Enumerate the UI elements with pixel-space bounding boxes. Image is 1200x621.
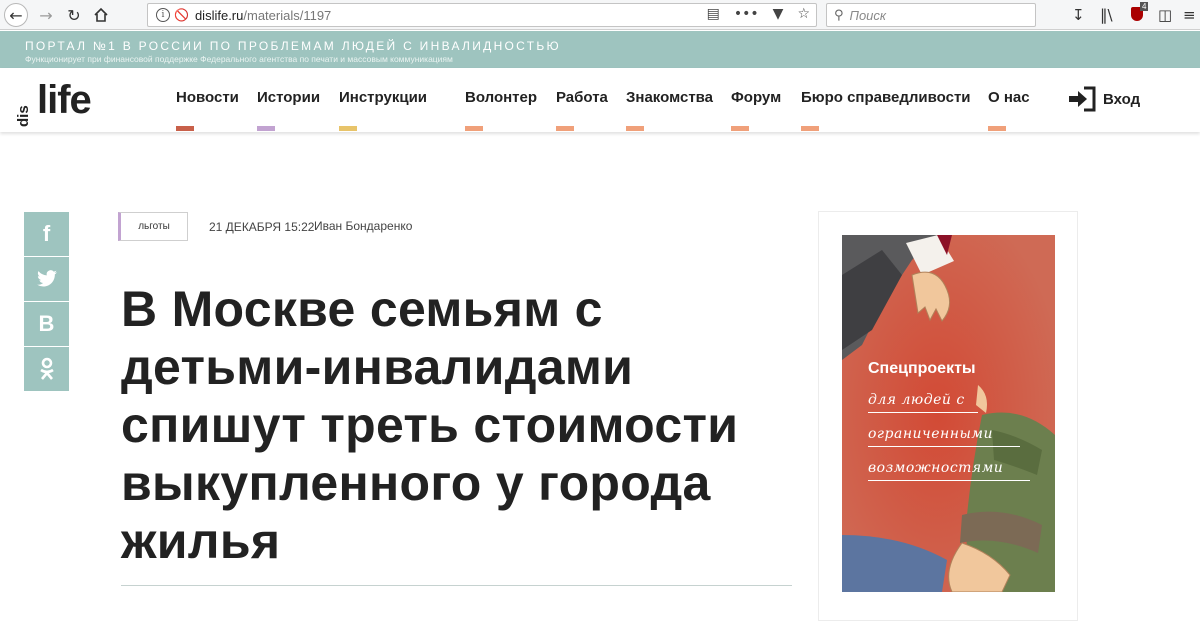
pocket-icon[interactable]: ▼ [773,6,784,22]
article-author[interactable]: Иван Бондаренко [314,219,412,233]
nav-accent-mark [176,126,194,131]
headline-line: спишут треть стоимости [121,397,739,453]
nav-item[interactable]: Знакомства [626,89,713,106]
bookmark-star-icon[interactable]: ☆ [797,6,810,22]
special-projects-banner[interactable]: Спецпроекты для людей с ограниченными во… [842,235,1055,592]
menu-icon[interactable]: ≡ [1183,6,1196,24]
odnoklassniki-share-button[interactable] [24,347,69,391]
nav-accent-mark [626,126,644,131]
headline-line: детьми-инвалидами [121,339,634,395]
divider [121,585,792,586]
headline-line: жилья [121,513,281,569]
login-arrow-icon [1069,86,1096,112]
search-icon: ⚲ [834,7,844,23]
logo[interactable]: dis life [15,78,92,127]
nav-accent-mark [465,126,483,131]
promo-line: возможностями [868,460,1004,476]
twitter-icon [36,270,57,287]
library-icon[interactable]: ‖\ [1100,6,1113,24]
strip-subtitle: Функционирует при финансовой поддержке Ф… [25,54,453,64]
login-label: Вход [1103,90,1141,108]
site-header: dis life Новости Истории Инструкции Волонте… [0,68,1200,132]
twitter-share-button[interactable] [24,257,69,301]
odnoklassniki-icon [39,357,54,380]
back-arrow-icon[interactable]: ← [4,3,28,27]
info-icon[interactable]: i [156,8,170,22]
headline-line: выкупленного у города [121,455,711,511]
article-date: 21 ДЕКАБРЯ 15:22 [209,220,315,234]
ublock-badge: 4 [1140,2,1149,11]
address-bar[interactable]: i 🚫 dislife.ru/materials/1197 ▤ ••• ▼ ☆ [147,3,817,27]
nav-item[interactable]: Форум [731,89,781,106]
share-sidebar: f В [24,212,69,392]
article-tag[interactable]: льготы [118,212,188,241]
strip-title: ПОРТАЛ №1 В РОССИИ ПО ПРОБЛЕМАМ ЛЮДЕЙ С … [25,39,561,53]
sidebar-icon[interactable]: ◫ [1158,6,1172,24]
url-text[interactable]: dislife.ru/materials/1197 [195,8,331,23]
nav-accent-mark [556,126,574,131]
nav-accent-mark [339,126,357,131]
promo-line: для людей с [868,392,965,408]
facebook-share-button[interactable]: f [24,212,69,256]
nav-accent-mark [731,126,749,131]
nav-accent-mark [988,126,1006,131]
logo-dis: dis [15,105,32,127]
article-headline: В Москве семьям с детьми-инвалидами спиш… [121,280,771,570]
vk-icon: В [38,311,55,336]
facebook-icon: f [42,221,51,246]
browser-toolbar: ← → ↻ i 🚫 dislife.ru/materials/1197 ▤ ••… [0,0,1200,30]
promo-underline [868,480,1030,481]
page-actions-icon[interactable]: ••• [734,6,759,22]
logo-life: life [37,78,92,122]
promo-line: ограниченными [868,426,994,442]
nav-item[interactable]: Новости [176,89,239,106]
nav-accent-mark [257,126,275,131]
nav-item[interactable]: О нас [988,89,1030,106]
nav-item[interactable]: Работа [556,89,608,106]
banner-illustration [842,235,1055,592]
nav-accent-mark [801,126,819,131]
nav-item[interactable]: Бюро справедливости [801,89,971,106]
forward-arrow-icon[interactable]: → [34,3,58,27]
nav-item[interactable]: Истории [257,89,320,106]
download-icon[interactable]: ↧ [1072,6,1085,24]
reader-view-icon[interactable]: ▤ [707,6,720,22]
reload-icon[interactable]: ↻ [62,3,86,27]
nav-item[interactable]: Инструкции [339,89,427,106]
promo-title: Спецпроекты [868,360,976,377]
headline-line: В Москве семьям с [121,281,603,337]
search-placeholder: Поиск [849,7,887,23]
promo-underline [868,446,1020,447]
nav-item[interactable]: Волонтер [465,89,537,106]
top-strip: ПОРТАЛ №1 В РОССИИ ПО ПРОБЛЕМАМ ЛЮДЕЙ С … [0,31,1200,68]
promo-underline [868,412,978,413]
home-icon[interactable] [89,3,113,27]
insecure-lock-icon[interactable]: 🚫 [174,8,189,22]
login-button[interactable]: Вход [1067,86,1140,112]
search-input[interactable]: ⚲ Поиск [826,3,1036,27]
vk-share-button[interactable]: В [24,302,69,346]
